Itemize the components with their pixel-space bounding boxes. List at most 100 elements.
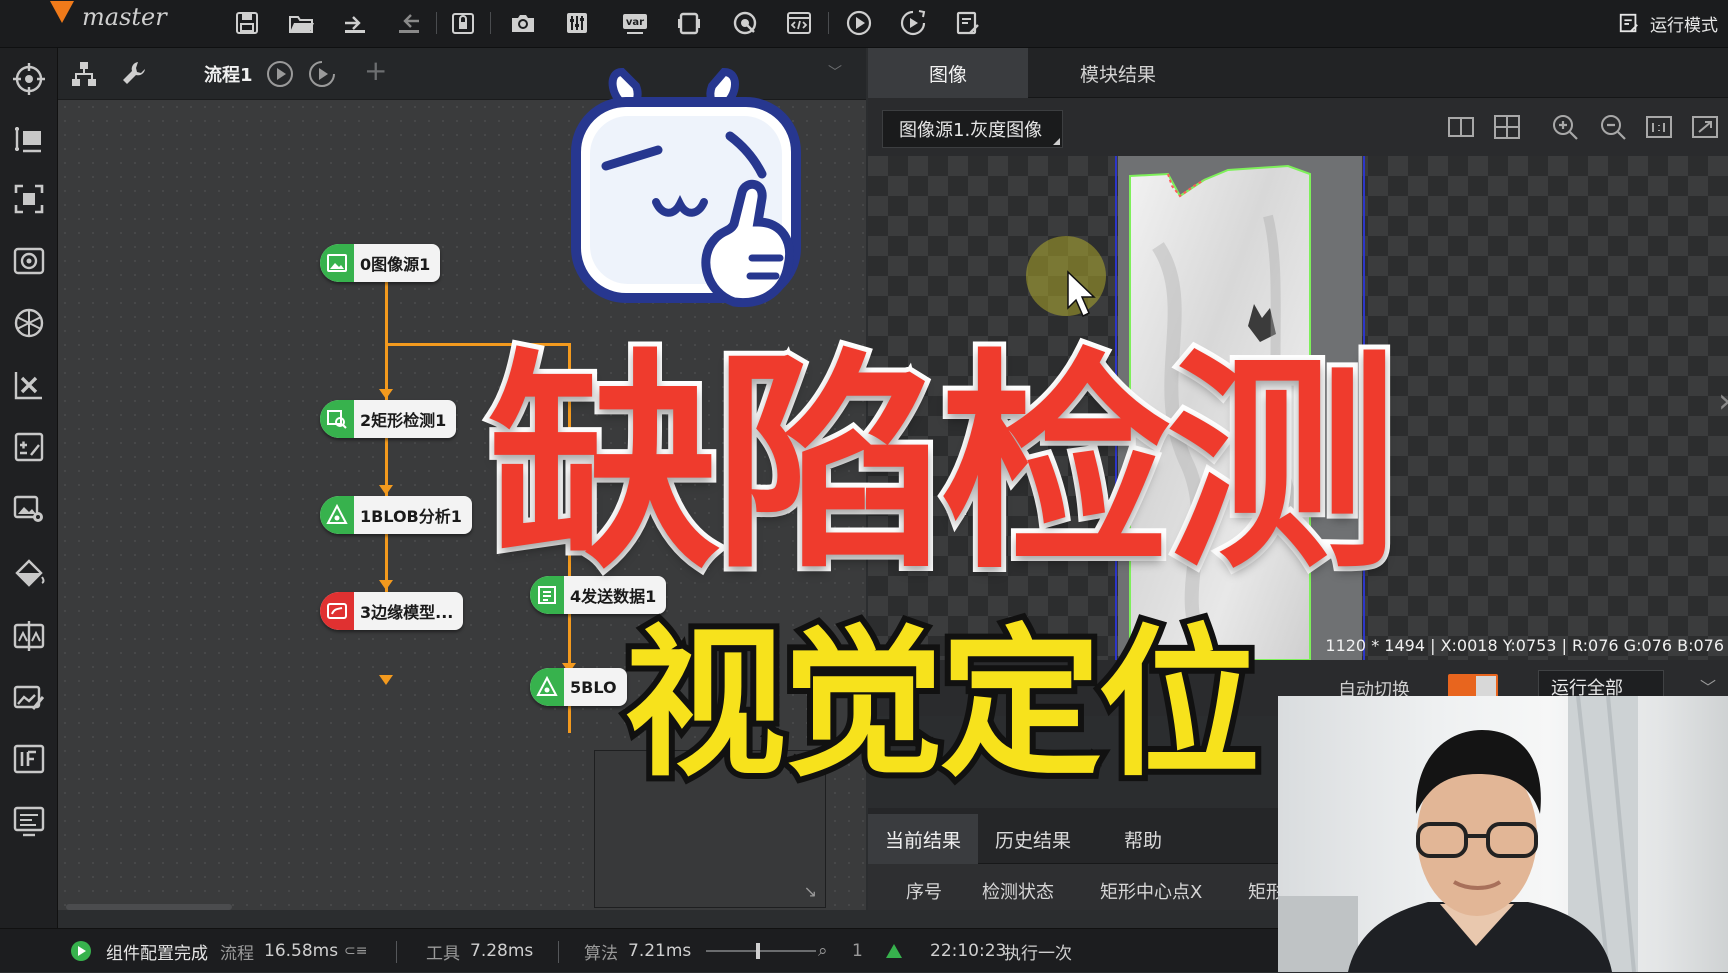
run-loop-icon[interactable]: [896, 6, 930, 40]
flow-time-value: 16.58ms: [264, 941, 339, 961]
var-icon-text: var: [626, 17, 644, 28]
flow-time-label: 流程: [220, 943, 254, 964]
compare-tool-icon[interactable]: [8, 302, 50, 344]
node-label: 0图像源1: [360, 255, 431, 274]
thumbnail-subtitle: 视觉定位: [618, 605, 1266, 805]
defect-tool-icon[interactable]: [8, 614, 50, 656]
flow-scrollbar[interactable]: [66, 904, 232, 910]
logic-tool-icon[interactable]: [8, 426, 50, 468]
next-image-icon[interactable]: ›: [1718, 381, 1728, 421]
report-icon[interactable]: [950, 6, 984, 40]
resize-handle-icon[interactable]: ↘: [804, 882, 817, 901]
save-icon[interactable]: [230, 6, 264, 40]
tool-time-label: 工具: [426, 943, 460, 964]
chevron-down-icon[interactable]: ﹀: [828, 62, 842, 82]
blob-icon: [530, 668, 564, 706]
col-rect-center-x[interactable]: 矩形中心点X: [1100, 878, 1202, 904]
calibrate-tool-icon[interactable]: [8, 240, 50, 282]
tab-history-results-label: 历史结果: [994, 829, 1071, 852]
blob-icon: [320, 496, 354, 534]
image-toolbar: 图像源1.灰度图像: [868, 98, 1728, 156]
image-icon: [320, 244, 354, 282]
run-mode-icon: [1619, 13, 1638, 33]
run-status-icon: [884, 929, 904, 973]
grid-view-icon[interactable]: [1492, 112, 1522, 142]
mascot-sticker: [571, 67, 801, 308]
logo-text: master: [82, 3, 167, 31]
run-mode-button[interactable]: 运行模式: [1618, 8, 1718, 38]
flow-tab-label: 流程1: [204, 65, 253, 86]
tab-image-label: 图像: [928, 63, 967, 86]
image-source-select[interactable]: 图像源1.灰度图像: [882, 110, 1064, 148]
status-ok-icon: [70, 929, 92, 973]
last-run-label: 执行一次: [1004, 943, 1072, 964]
tab-current-results[interactable]: 当前结果: [868, 814, 978, 864]
tab-help-label: 帮助: [1123, 829, 1162, 852]
chevron-down-icon[interactable]: ﹀: [1700, 674, 1716, 698]
open-folder-icon[interactable]: [284, 6, 318, 40]
last-run-time: 22:10:23: [930, 941, 1007, 961]
tab-help[interactable]: 帮助: [1088, 814, 1198, 864]
image-source-value: 图像源1.灰度图像: [899, 120, 1043, 141]
trailing-value: 1: [852, 941, 863, 961]
node-image-source[interactable]: 0图像源1: [320, 244, 441, 282]
main-toolbar: master var 运行模式: [0, 0, 1728, 48]
zoom-in-icon[interactable]: [1550, 112, 1580, 142]
add-flow-button[interactable]: +: [364, 54, 387, 87]
pixel-readout: 1120 * 1494 | X:0018 Y:0753 | R:076 G:07…: [1325, 635, 1724, 655]
coordinate-tool-icon[interactable]: [8, 364, 50, 406]
tool-time-value: 7.28ms: [470, 941, 534, 961]
recognize-tool-icon[interactable]: [8, 178, 50, 220]
hierarchy-icon[interactable]: [68, 58, 100, 90]
col-index[interactable]: 序号: [906, 878, 942, 904]
zoom-slider[interactable]: [706, 943, 816, 959]
flow-detail-icon[interactable]: ⊂≡: [344, 929, 367, 973]
run-once-icon[interactable]: [842, 6, 876, 40]
tab-image[interactable]: 图像: [868, 48, 1028, 98]
tab-module-results[interactable]: 模块结果: [1028, 48, 1208, 98]
communication-tool-icon[interactable]: [8, 800, 50, 842]
select-corner-icon: [1053, 138, 1061, 145]
controls-icon[interactable]: [560, 6, 594, 40]
image-process-tool-icon[interactable]: [8, 488, 50, 530]
zoom-out-icon[interactable]: [1598, 112, 1628, 142]
algo-time-value: 7.21ms: [628, 941, 692, 961]
var-icon[interactable]: var: [618, 6, 652, 40]
tab-module-results-label: 模块结果: [1079, 63, 1156, 86]
fit-view-icon[interactable]: [1690, 112, 1720, 142]
color-tool-icon[interactable]: [8, 552, 50, 594]
col-detect-status[interactable]: 检测状态: [982, 878, 1054, 904]
actual-size-icon[interactable]: [1644, 112, 1674, 142]
script-icon[interactable]: [782, 6, 816, 40]
rect-search-icon: [320, 400, 354, 438]
edge-model-icon: [320, 592, 354, 630]
camera-icon[interactable]: [506, 6, 540, 40]
presenter-video: [1278, 696, 1638, 972]
locate-tool-icon[interactable]: [8, 58, 50, 100]
wrench-icon[interactable]: [118, 58, 150, 90]
tool-sidebar: ▸▸: [0, 48, 58, 950]
image-panel-tabs: 图像 模块结果: [868, 48, 1728, 98]
export-icon[interactable]: [392, 6, 426, 40]
run-mode-label: 运行模式: [1650, 15, 1718, 36]
flow-run-icon[interactable]: [264, 58, 296, 90]
measure-tool-icon[interactable]: [8, 118, 50, 160]
annotate-tool-icon[interactable]: [8, 676, 50, 718]
app-logo: master: [50, 0, 167, 34]
search-icon[interactable]: ⌕: [818, 929, 828, 973]
logo-mark-icon: [50, 1, 74, 23]
import-icon[interactable]: [338, 6, 372, 40]
tab-current-results-label: 当前结果: [884, 829, 961, 852]
lock-box-icon[interactable]: [446, 6, 480, 40]
tab-history-results[interactable]: 历史结果: [978, 814, 1088, 864]
flow-loop-icon[interactable]: [306, 58, 338, 90]
broadcast-icon[interactable]: [728, 6, 762, 40]
tab-flow-1[interactable]: 流程1: [194, 58, 263, 90]
node-rect-detect[interactable]: 2矩形检测1: [320, 400, 457, 438]
thumbnail-title: 缺陷检测: [483, 325, 1403, 605]
webcam-overlay: [1278, 696, 1728, 972]
if-tool-icon[interactable]: [8, 738, 50, 780]
window-icon[interactable]: [672, 6, 706, 40]
algo-time-label: 算法: [584, 943, 618, 964]
split-view-icon[interactable]: [1446, 112, 1476, 142]
